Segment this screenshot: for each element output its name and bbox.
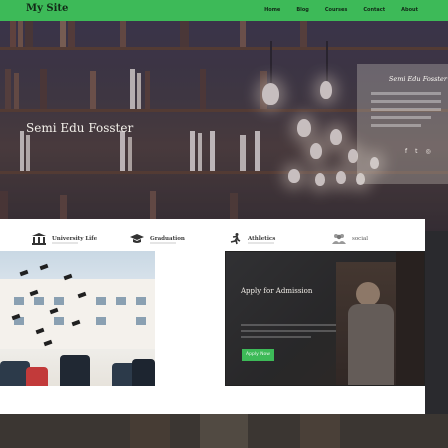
runner-icon: [230, 233, 241, 245]
nav-contact-link[interactable]: Contact: [363, 7, 385, 13]
admission-text-line: [241, 330, 336, 332]
profile-text-line: [371, 100, 441, 103]
nav-about-link[interactable]: About: [401, 7, 418, 13]
profile-text-line: [371, 92, 441, 95]
feature-university-life[interactable]: University Life: [32, 233, 97, 245]
main-nav: Home Blog Courses Contact About: [248, 7, 418, 13]
admission-card: Apply for Admission Apply Now: [225, 251, 425, 386]
hero-title: Semi Edu Fosster: [26, 121, 134, 135]
facebook-icon[interactable]: f: [405, 148, 407, 155]
profile-card: Semi Edu Fosster f t ◎: [357, 64, 448, 184]
users-icon: [332, 234, 346, 244]
nav-courses-link[interactable]: Courses: [325, 7, 347, 13]
site-brand[interactable]: My Site: [26, 3, 68, 14]
profile-text-line: [371, 108, 441, 111]
profile-social-links: f t ◎: [405, 148, 439, 155]
feature-social[interactable]: social: [332, 233, 368, 245]
feature-label: social: [352, 236, 369, 242]
twitter-icon[interactable]: t: [415, 148, 417, 155]
top-navbar: My Site Home Blog Courses Contact About: [0, 0, 448, 21]
footer-image-strip: [0, 414, 448, 448]
graduation-photo: [0, 251, 155, 386]
instagram-icon[interactable]: ◎: [425, 148, 430, 155]
admission-text-line: [241, 324, 336, 326]
university-icon: [32, 233, 46, 245]
feature-athletics[interactable]: Athletics: [228, 233, 275, 245]
profile-name: Semi Edu Fosster: [388, 75, 447, 83]
profile-text-line: [371, 116, 431, 119]
nav-blog-link[interactable]: Blog: [296, 7, 309, 13]
admission-text-line: [241, 336, 311, 338]
feature-graduation[interactable]: Graduation: [130, 233, 185, 245]
graduation-cap-icon: [130, 234, 144, 243]
profile-text-line: [371, 124, 421, 127]
nav-home-link[interactable]: Home: [264, 7, 280, 13]
admission-title: Apply for Admission: [241, 287, 313, 295]
apply-now-button[interactable]: Apply Now: [242, 349, 274, 361]
